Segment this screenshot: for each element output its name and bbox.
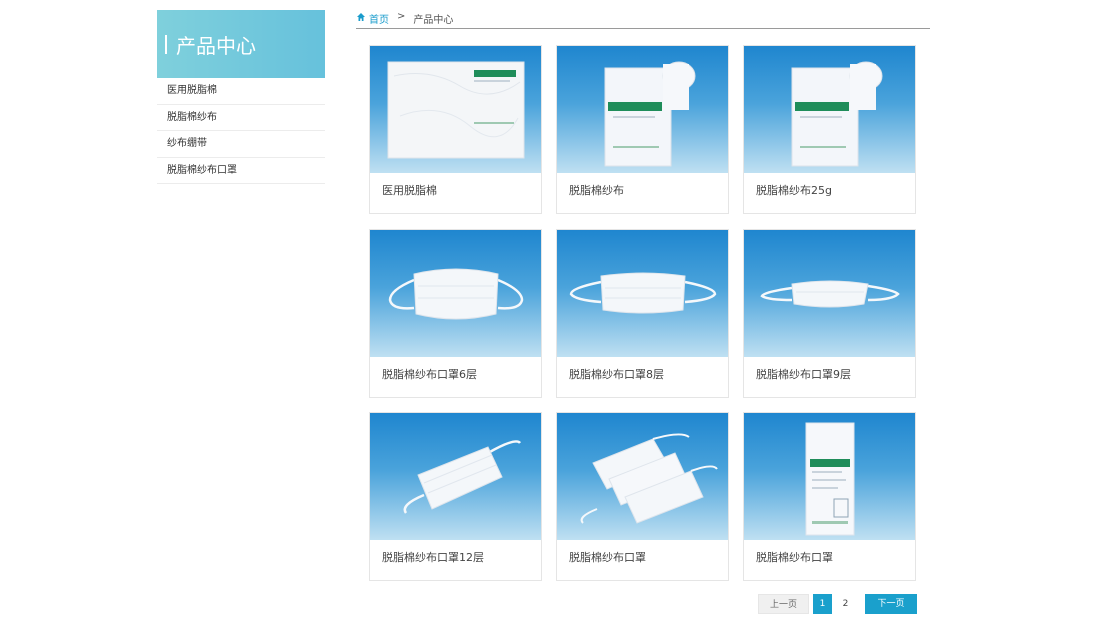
sidebar-item-medical-cotton[interactable]: 医用脱脂棉 [157, 78, 325, 105]
pagination: 上一页 1 2 下一页 [758, 594, 917, 614]
product-card[interactable]: 脱脂棉纱布口罩12层 [369, 412, 542, 581]
sidebar-title: 产品中心 [176, 33, 256, 58]
product-card[interactable]: 脱脂棉纱布25g [743, 45, 916, 214]
product-card[interactable]: 脱脂棉纱布口罩 [743, 412, 916, 581]
breadcrumb: 首页 > 产品中心 [356, 11, 930, 29]
sidebar-item-bandage[interactable]: 纱布绷带 [157, 131, 325, 158]
sidebar: 产品中心 医用脱脂棉 脱脂棉纱布 纱布绷带 脱脂棉纱布口罩 [157, 10, 325, 184]
sidebar-item-gauze[interactable]: 脱脂棉纱布 [157, 105, 325, 131]
product-title[interactable]: 脱脂棉纱布口罩 [744, 540, 915, 565]
sidebar-list: 医用脱脂棉 脱脂棉纱布 纱布绷带 脱脂棉纱布口罩 [157, 78, 325, 184]
product-card[interactable]: 脱脂棉纱布口罩6层 [369, 229, 542, 398]
sidebar-header-bar [165, 34, 167, 54]
product-title[interactable]: 脱脂棉纱布口罩 [557, 540, 728, 565]
product-title[interactable]: 脱脂棉纱布 [557, 173, 728, 198]
product-title[interactable]: 脱脂棉纱布口罩9层 [744, 357, 915, 382]
sidebar-header: 产品中心 [157, 10, 325, 78]
product-image-gauze-roll[interactable] [557, 46, 728, 173]
prev-page-button[interactable]: 上一页 [758, 594, 809, 614]
product-card[interactable]: 脱脂棉纱布口罩8层 [556, 229, 729, 398]
product-image-mask[interactable] [370, 230, 541, 357]
product-image-gauze-roll[interactable] [744, 46, 915, 173]
product-image-mask-angled[interactable] [370, 413, 541, 540]
product-image-cotton-pack[interactable] [370, 46, 541, 173]
product-title[interactable]: 脱脂棉纱布口罩8层 [557, 357, 728, 382]
product-card[interactable]: 脱脂棉纱布 [556, 45, 729, 214]
sidebar-item-gauze-mask[interactable]: 脱脂棉纱布口罩 [157, 158, 325, 184]
home-icon [356, 12, 366, 22]
breadcrumb-current: 产品中心 [413, 15, 454, 26]
page-2-button[interactable]: 2 [836, 594, 855, 614]
breadcrumb-home-link[interactable]: 首页 [369, 11, 389, 26]
product-card[interactable]: 脱脂棉纱布口罩 [556, 412, 729, 581]
product-image-mask-group[interactable] [557, 413, 728, 540]
next-page-button[interactable]: 下一页 [865, 594, 917, 614]
product-title[interactable]: 医用脱脂棉 [370, 173, 541, 198]
product-image-mask-package[interactable] [744, 413, 915, 540]
product-title[interactable]: 脱脂棉纱布口罩6层 [370, 357, 541, 382]
product-title[interactable]: 脱脂棉纱布口罩12层 [370, 540, 541, 565]
product-card[interactable]: 脱脂棉纱布口罩9层 [743, 229, 916, 398]
breadcrumb-separator: > [397, 11, 406, 22]
product-card[interactable]: 医用脱脂棉 [369, 45, 542, 214]
product-image-mask[interactable] [557, 230, 728, 357]
product-image-mask[interactable] [744, 230, 915, 357]
page-1-button[interactable]: 1 [813, 594, 832, 614]
product-title[interactable]: 脱脂棉纱布25g [744, 173, 915, 198]
